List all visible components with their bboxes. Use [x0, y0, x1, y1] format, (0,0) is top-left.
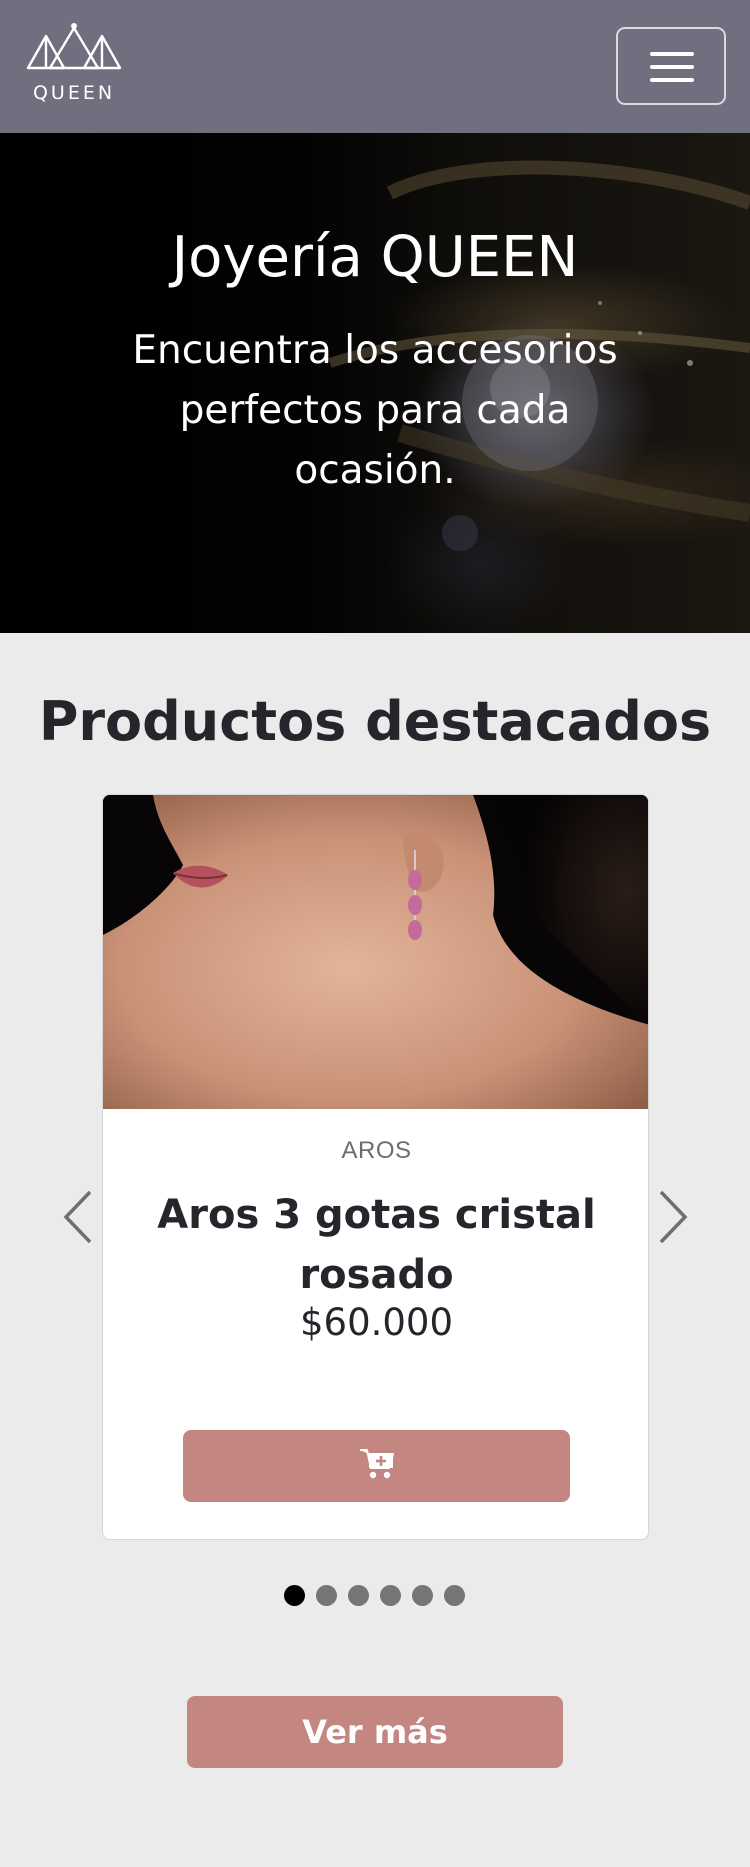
hero-subtitle: Encuentra los accesorios perfectos para …	[132, 328, 618, 493]
hamburger-icon	[650, 52, 694, 56]
carousel-dot-5[interactable]	[412, 1585, 433, 1606]
carousel-dot-4[interactable]	[380, 1585, 401, 1606]
featured-section-title: Productos destacados	[38, 690, 712, 753]
add-to-cart-button[interactable]	[183, 1430, 570, 1502]
product-card[interactable]: AROS Aros 3 gotas cristal rosado $60.000	[102, 794, 649, 1540]
chevron-left-icon	[63, 1190, 92, 1244]
product-card-body: AROS Aros 3 gotas cristal rosado $60.000	[103, 1109, 648, 1539]
hero-banner: Joyería QUEEN Encuentra los accesorios p…	[0, 133, 750, 633]
crown-icon	[26, 23, 122, 70]
carousel-indicators	[284, 1585, 474, 1607]
see-more-button[interactable]: Ver más	[187, 1696, 563, 1768]
carousel-dot-1[interactable]	[284, 1585, 305, 1606]
brand-name: QUEEN	[32, 82, 116, 104]
product-price: $60.000	[299, 1301, 453, 1344]
carousel-dot-6[interactable]	[444, 1585, 465, 1606]
chevron-right-icon	[659, 1190, 688, 1244]
product-name[interactable]: Aros 3 gotas cristal rosado	[143, 1185, 610, 1305]
hero-title: Joyería QUEEN	[171, 225, 579, 290]
carousel-prev-button[interactable]	[60, 1188, 94, 1246]
product-image	[103, 795, 648, 1109]
brand-logo[interactable]: QUEEN	[26, 22, 122, 108]
navbar: QUEEN	[0, 0, 750, 133]
cart-plus-icon	[360, 1449, 394, 1479]
menu-toggle-button[interactable]	[616, 27, 726, 105]
carousel-next-button[interactable]	[657, 1188, 691, 1246]
carousel-dot-3[interactable]	[348, 1585, 369, 1606]
carousel-dot-2[interactable]	[316, 1585, 337, 1606]
product-category: AROS	[341, 1137, 412, 1164]
